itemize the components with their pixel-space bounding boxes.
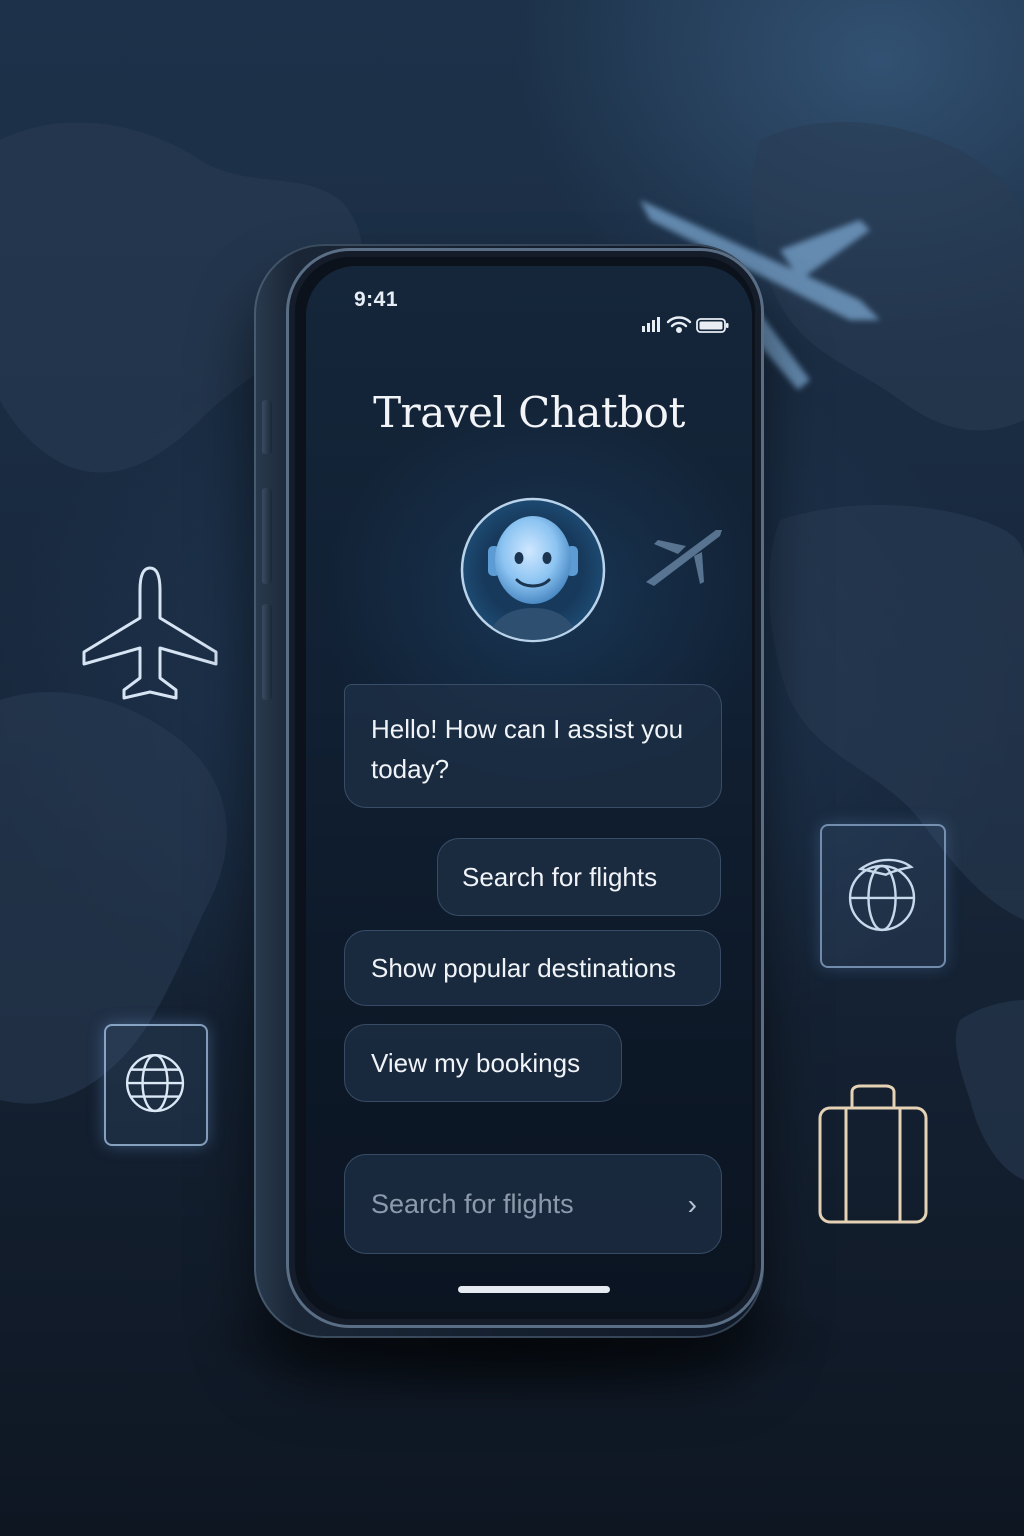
chatbot-avatar xyxy=(460,497,606,643)
volume-up-button xyxy=(262,488,272,584)
message-input[interactable]: Search for flights › xyxy=(344,1154,722,1254)
globe-icon xyxy=(125,1053,185,1113)
message-input-text: Search for flights xyxy=(371,1188,574,1219)
globe-plane-icon xyxy=(848,858,916,932)
silent-switch xyxy=(262,400,272,454)
home-indicator[interactable] xyxy=(458,1286,610,1293)
phone-screen: 9:41 Travel Chatbot Hello! How can I ass… xyxy=(306,266,752,1312)
option-view-bookings-button[interactable]: View my bookings xyxy=(344,1024,622,1102)
bot-message-bubble: Hello! How can I assist you today? xyxy=(344,684,722,808)
option-popular-destinations-button[interactable]: Show popular destinations xyxy=(344,930,721,1006)
status-time: 9:41 xyxy=(354,288,399,311)
airplane-screen-icon xyxy=(646,530,722,586)
battery-icon xyxy=(696,318,729,333)
suitcase-icon xyxy=(818,1084,928,1224)
signal-icon xyxy=(642,317,660,332)
volume-down-button xyxy=(262,604,272,700)
option-search-flights-button[interactable]: Search for flights xyxy=(437,838,721,916)
globe-plane-tile xyxy=(820,824,946,968)
status-icons xyxy=(642,316,729,333)
wifi-icon xyxy=(666,316,692,333)
globe-tile xyxy=(104,1024,208,1146)
app-title: Travel Chatbot xyxy=(373,388,685,437)
airplane-outline-icon xyxy=(82,566,218,700)
chevron-right-icon[interactable]: › xyxy=(688,1189,697,1221)
